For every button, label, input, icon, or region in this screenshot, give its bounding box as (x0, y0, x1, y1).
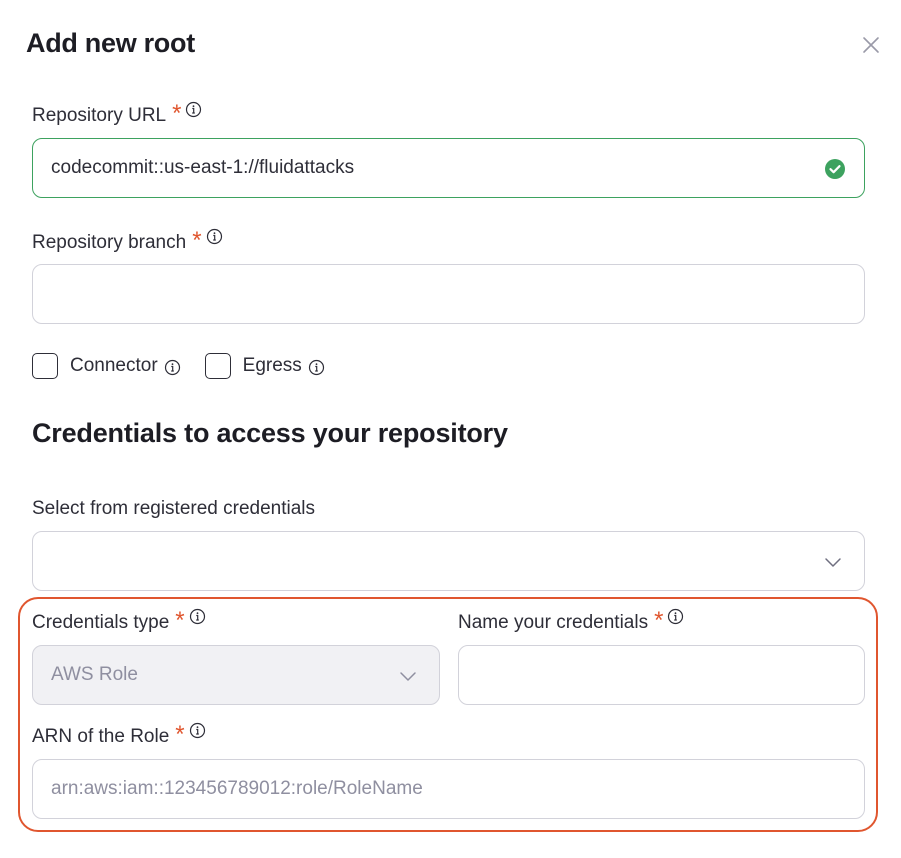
info-icon[interactable] (189, 722, 206, 739)
required-marker: * (175, 607, 185, 634)
egress-option: Egress (204, 353, 325, 379)
credentials-name-label: Name your credentials * (458, 607, 684, 634)
arn-role-input[interactable]: arn:aws:iam::123456789012:role/RoleName (32, 759, 865, 819)
chevron-down-icon (824, 554, 842, 570)
credentials-type-select[interactable]: AWS Role (32, 645, 440, 705)
egress-checkbox[interactable] (204, 353, 231, 379)
required-marker: * (172, 100, 182, 127)
info-icon[interactable] (189, 608, 206, 625)
credentials-name-input[interactable] (458, 645, 865, 705)
arn-role-label: ARN of the Role * (32, 721, 206, 748)
connector-label: Connector (70, 355, 158, 376)
required-marker: * (654, 607, 664, 634)
info-icon[interactable] (164, 359, 181, 376)
dialog-title: Add new root (26, 28, 195, 58)
registered-credentials-label: Select from registered credentials (32, 498, 316, 519)
check-circle-icon (824, 158, 846, 180)
credentials-heading: Credentials to access your repository (32, 418, 508, 448)
connector-option: Connector (32, 353, 181, 379)
info-icon[interactable] (667, 608, 684, 625)
close-button[interactable] (860, 34, 882, 56)
info-icon[interactable] (185, 101, 202, 118)
info-icon[interactable] (206, 228, 223, 245)
close-icon[interactable] (860, 34, 882, 56)
chevron-down-icon (399, 668, 417, 684)
arn-placeholder: arn:aws:iam::123456789012:role/RoleName (51, 778, 423, 799)
repository-branch-input[interactable] (32, 264, 865, 324)
repository-url-label: Repository URL * (32, 100, 202, 127)
info-icon[interactable] (308, 359, 325, 376)
repository-url-input[interactable]: codecommit::us-east-1://fluidattacks (32, 138, 865, 198)
registered-credentials-select[interactable] (32, 531, 865, 591)
repository-branch-label: Repository branch * (32, 227, 223, 254)
options-row: Connector Egress (32, 353, 325, 379)
credentials-type-label: Credentials type * (32, 607, 206, 634)
egress-label: Egress (242, 355, 302, 376)
connector-checkbox[interactable] (32, 353, 58, 379)
required-marker: * (192, 227, 202, 254)
required-marker: * (175, 721, 185, 748)
